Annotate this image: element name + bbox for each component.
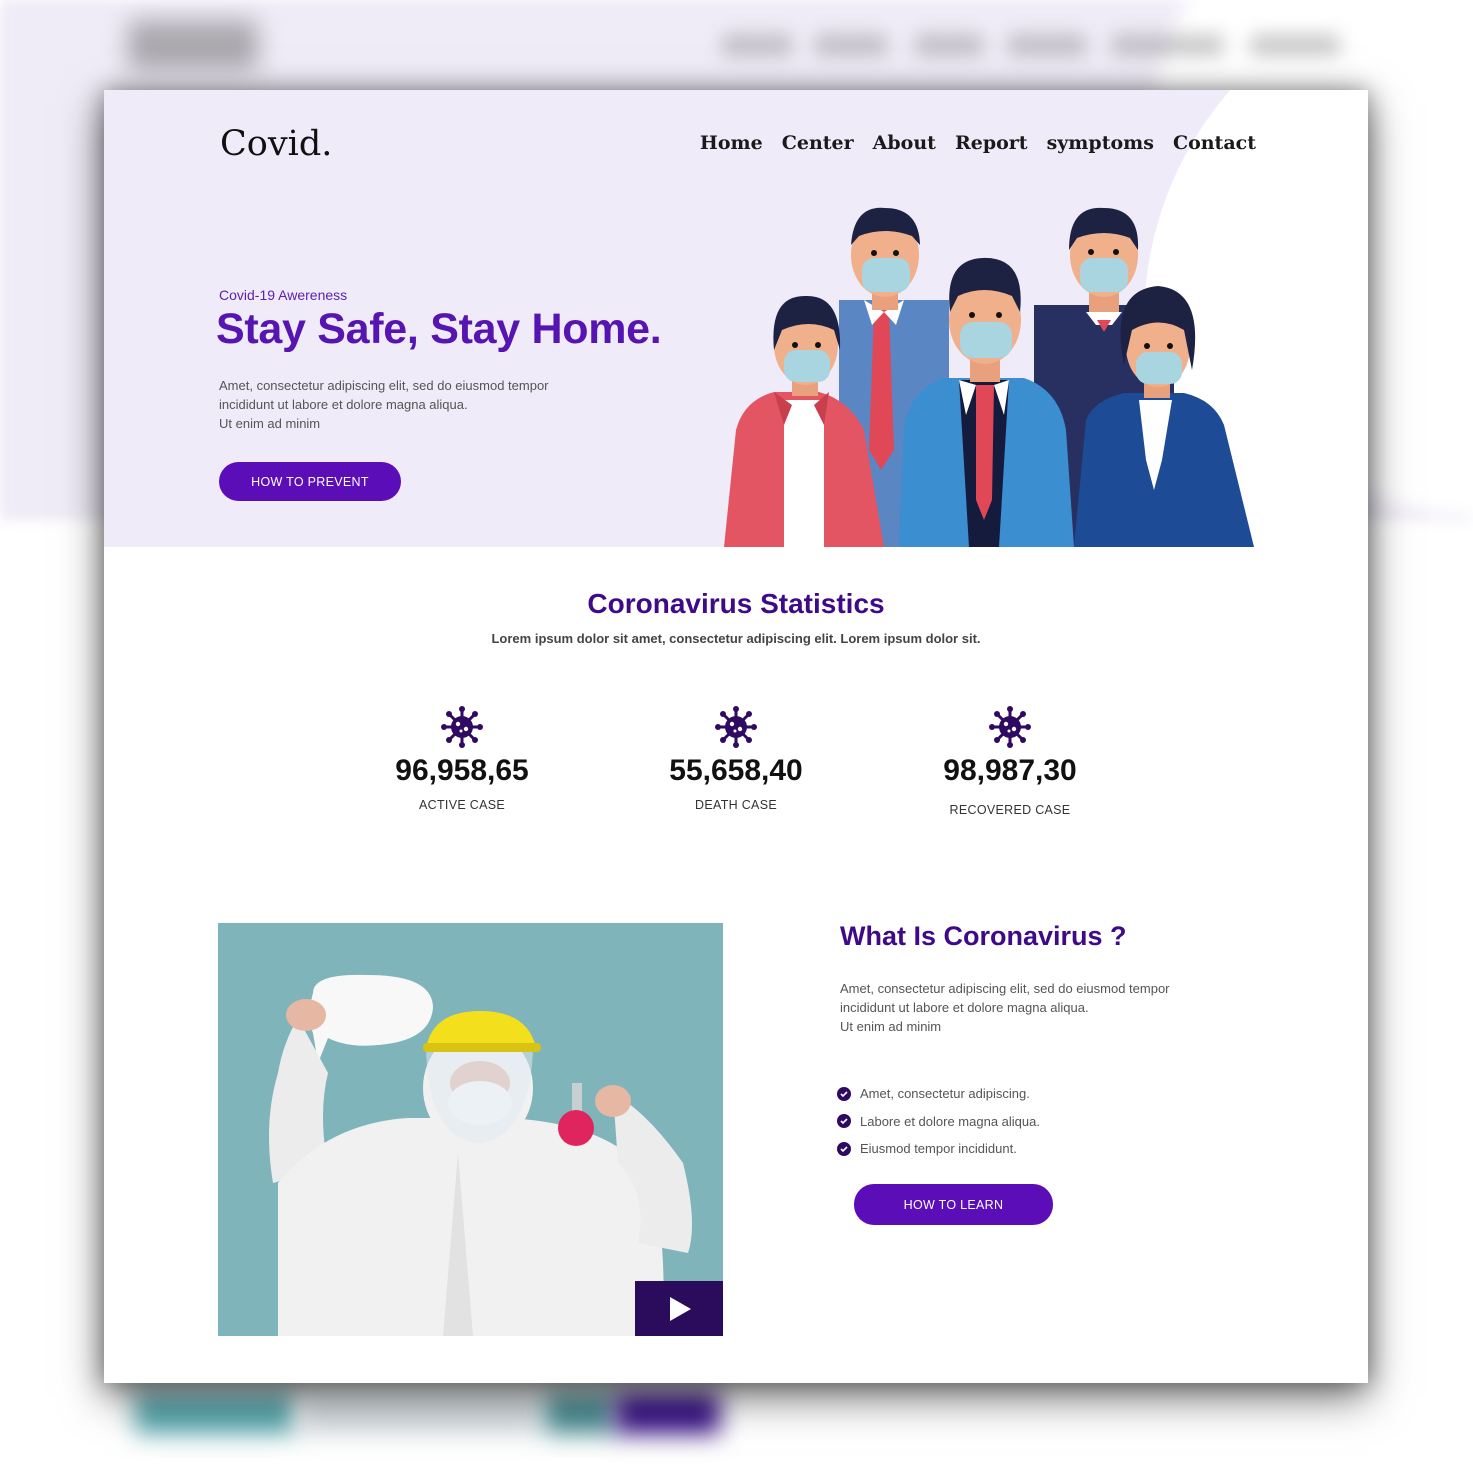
hero-section: Covid. Home Center About Report symptoms… [104, 90, 1368, 547]
main-nav: Home Center About Report symptoms Contac… [700, 132, 1256, 154]
stat-value: 55,658,40 [669, 754, 803, 787]
virus-icon [441, 706, 483, 748]
about-title: What Is Coronavirus ? [840, 921, 1127, 951]
masked-people-illustration [724, 207, 1254, 547]
hero-tagline: Covid-19 Awereness [219, 287, 348, 303]
how-to-learn-button[interactable]: HOW TO LEARN [854, 1184, 1053, 1225]
coronavirus-video-thumbnail[interactable] [218, 923, 723, 1336]
about-description: Amet, consectetur adipiscing elit, sed d… [840, 981, 1170, 1034]
virus-icon [715, 706, 757, 748]
stat-value: 96,958,65 [395, 754, 529, 787]
how-to-prevent-button[interactable]: HOW TO PREVENT [219, 462, 401, 501]
stat-label: RECOVERED CASE [949, 803, 1071, 817]
play-icon [670, 1296, 691, 1321]
list-item: Labore et dolore magna aliqua. [837, 1108, 1040, 1136]
list-item: Eiusmod tempor incididunt. [837, 1135, 1040, 1163]
nav-symptoms[interactable]: symptoms [1047, 132, 1154, 154]
nav-contact[interactable]: Contact [1173, 132, 1256, 154]
hero-title: Stay Safe, Stay Home. [216, 305, 662, 353]
stat-label: ACTIVE CASE [419, 798, 505, 812]
nav-about[interactable]: About [873, 132, 936, 154]
stats-title: Coronavirus Statistics [587, 588, 885, 619]
stat-label: DEATH CASE [695, 798, 777, 812]
hero-description: Amet, consectetur adipiscing elit, sed d… [219, 378, 549, 431]
stat-value: 98,987,30 [943, 754, 1077, 787]
stats-subtitle: Lorem ipsum dolor sit amet, consectetur … [491, 631, 981, 646]
nav-report[interactable]: Report [955, 132, 1028, 154]
list-item: Amet, consectetur adipiscing. [837, 1080, 1040, 1108]
play-button[interactable] [635, 1281, 723, 1336]
hazmat-person-photo [218, 923, 723, 1336]
nav-home[interactable]: Home [700, 132, 763, 154]
about-checklist: Amet, consectetur adipiscing. Labore et … [837, 1080, 1040, 1163]
website-card: Covid. Home Center About Report symptoms… [104, 90, 1368, 1383]
check-icon [837, 1141, 851, 1156]
site-logo[interactable]: Covid. [220, 124, 332, 164]
stat-death: 55,658,40 DEATH CASE [626, 706, 846, 812]
virus-icon [989, 706, 1031, 748]
nav-center[interactable]: Center [782, 132, 854, 154]
stat-recovered: 98,987,30 RECOVERED CASE [900, 706, 1120, 817]
check-icon [837, 1114, 851, 1129]
check-icon [837, 1086, 851, 1101]
stat-active: 96,958,65 ACTIVE CASE [352, 706, 572, 812]
